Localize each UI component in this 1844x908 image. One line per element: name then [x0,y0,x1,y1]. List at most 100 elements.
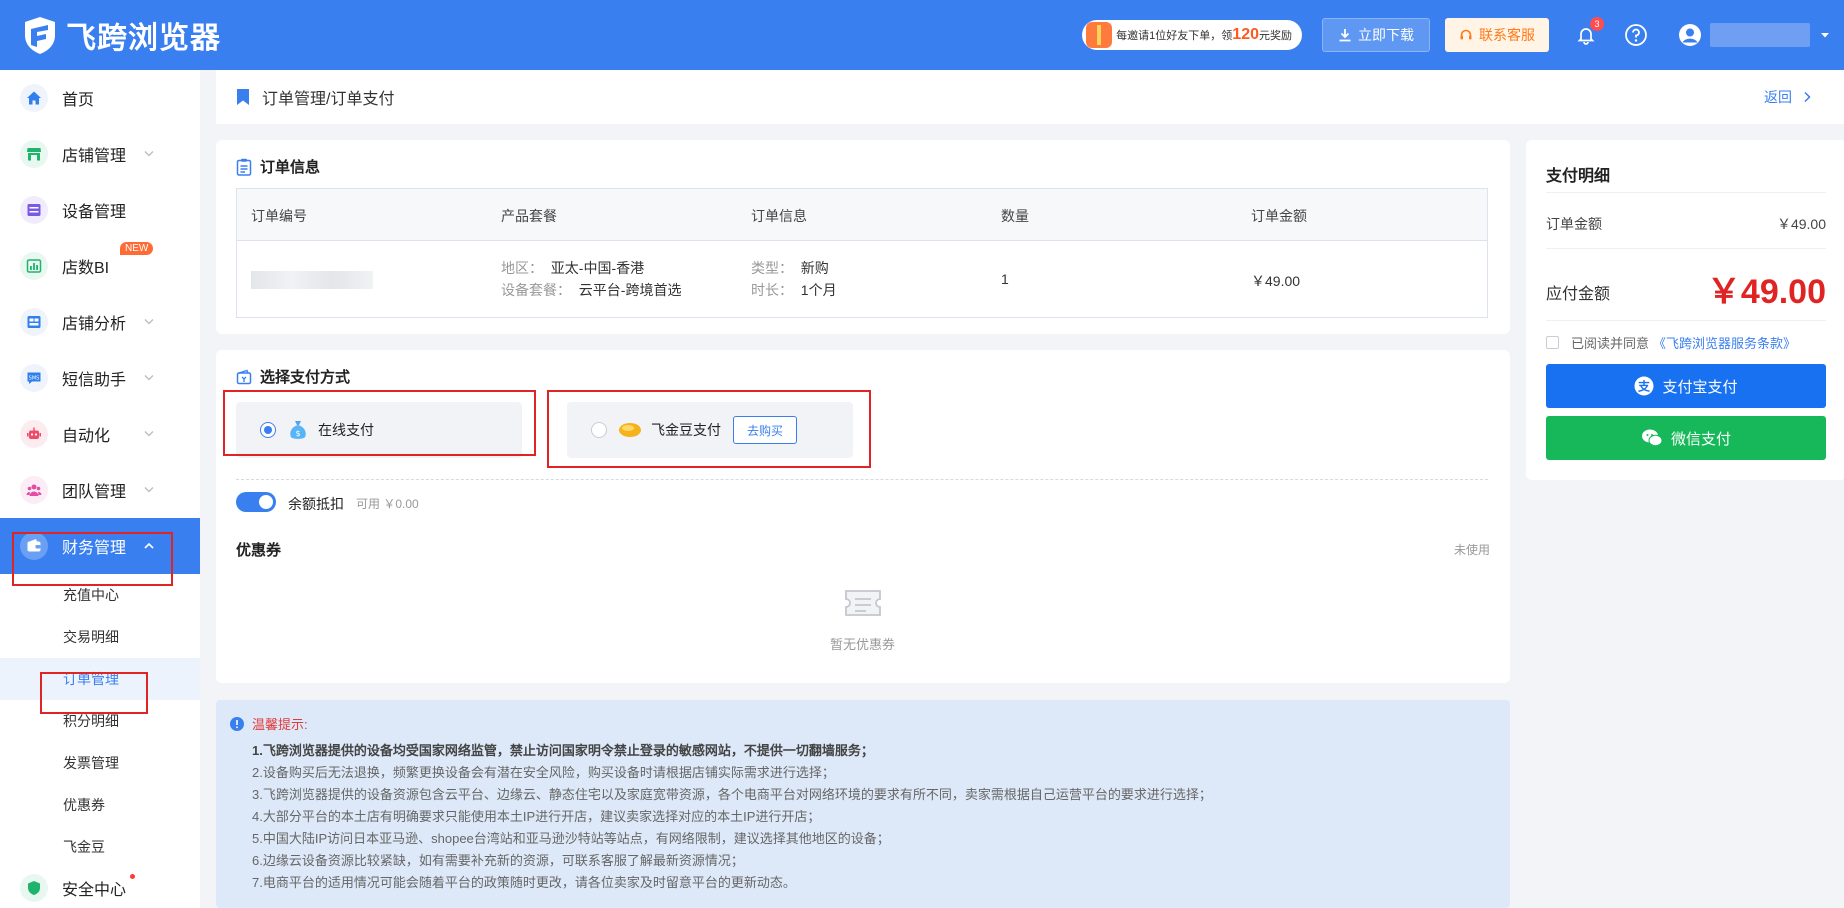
balance-deduction-toggle[interactable] [236,492,276,512]
sidebar: 首页 店铺管理 设备管理 店数BI NEW 店铺分析 SMS 短信助手 自动化 … [0,70,200,908]
back-label: 返回 [1764,89,1792,105]
contact-service-button[interactable]: 联系客服 [1445,18,1549,52]
order-table: 订单编号 产品套餐 订单信息 数量 订单金额 地区： 亚太-中国-香港 设备套餐… [236,188,1488,318]
agree-terms-checkbox[interactable] [1546,336,1559,349]
agree-prefix: 已阅读并同意 [1571,336,1650,351]
sidebar-item-store-analysis[interactable]: 店铺分析 [0,294,200,350]
username-redacted[interactable] [1710,23,1810,47]
tip-item: 4.大部分平台的本土店有明确要求只能使用本土IP进行开店，建议卖家选择对应的本土… [252,809,821,824]
order-amount-label: 订单金额 [1546,216,1602,232]
order-number-redacted [251,271,373,289]
wechat-icon [1641,429,1663,447]
clipboard-icon [236,158,252,176]
user-avatar-icon[interactable] [1678,23,1702,47]
svg-text:支: 支 [1637,379,1651,394]
payment-detail-title: 支付明细 [1546,168,1611,185]
invite-banner[interactable]: 每邀请1位好友下单，领 120 元奖励 [1082,20,1302,50]
region-value: 亚太-中国-香港 [550,260,645,276]
notification-button[interactable]: 3 [1574,17,1604,47]
headset-icon [1460,29,1472,40]
breadcrumb: 订单管理/订单支付 返回 [216,70,1844,124]
back-link[interactable]: 返回 [1764,87,1812,107]
sidebar-item-security-center[interactable]: 安全中心 [0,868,200,908]
sidebar-subitem-gold-beans[interactable]: 飞金豆 [0,826,200,868]
home-icon [20,84,48,112]
sidebar-item-label: 店数BI [62,260,110,277]
highlight-finance-management [12,532,173,586]
wallet-outline-icon [236,369,252,384]
invite-suffix: 元奖励 [1259,30,1292,42]
logo-shield-icon [25,17,55,54]
order-info-title-text: 订单信息 [260,159,321,176]
team-icon [20,476,48,504]
highlight-gold-bean-payment [547,390,871,468]
help-icon[interactable] [1624,23,1648,47]
shield-icon [20,874,48,902]
analysis-icon [20,308,48,336]
wechat-pay-button[interactable]: 微信支付 [1546,416,1826,460]
coupon-status: 未使用 [1453,543,1490,557]
sidebar-item-device-management[interactable]: 设备管理 [0,182,200,238]
terms-link[interactable]: 《飞跨浏览器服务条款》 [1653,333,1796,352]
package-cell: 地区： 亚太-中国-香港 设备套餐： 云平台-跨境首选 [501,257,681,301]
ticket-icon [845,590,881,616]
balance-deduction-label: 余额抵扣 [288,496,344,512]
new-badge: NEW [120,242,154,255]
alipay-label: 支付宝支付 [1662,378,1738,396]
unread-dot [130,874,135,879]
divider [1546,320,1826,321]
sidebar-subitem-invoice-management[interactable]: 发票管理 [0,742,200,784]
balance-available: 可用 ￥0.00 [356,497,419,511]
table-header: 订单编号 产品套餐 订单信息 数量 订单金额 [237,189,1487,241]
sidebar-item-automation[interactable]: 自动化 [0,406,200,462]
duration-key: 时长： [751,282,793,298]
invite-prefix: 每邀请1位好友下单，领 [1116,30,1233,42]
package-value: 云平台-跨境首选 [578,282,682,298]
divider [1546,192,1826,193]
order-info-title: 订单信息 [236,156,320,177]
column-header-quantity: 数量 [1001,208,1029,224]
bar-chart-icon [20,252,48,280]
tips-title: 温馨提示: [230,714,308,733]
sidebar-item-sms-assistant[interactable]: SMS 短信助手 [0,350,200,406]
chevron-down-icon [144,487,154,493]
highlight-order-management [40,672,148,714]
info-icon [230,716,244,731]
coupon-title: 优惠券 [236,542,282,559]
chevron-down-icon [144,431,154,437]
device-icon [20,196,48,224]
wechat-pay-label: 微信支付 [1670,430,1731,448]
service-label: 联系客服 [1479,27,1535,43]
sidebar-item-label: 自动化 [62,428,111,445]
svg-text:SMS: SMS [29,375,40,381]
sidebar-item-store-bi[interactable]: 店数BI NEW [0,238,200,294]
column-header-order-no: 订单编号 [251,208,307,224]
order-amount-value: ￥49.00 [1776,216,1826,232]
column-header-order-info: 订单信息 [751,208,807,224]
sidebar-subitem-coupons[interactable]: 优惠券 [0,784,200,826]
tip-item: 2.设备购买后无法退换，频繁更换设备会有潜在安全风险，购买设备时请根据店铺实际需… [252,765,835,780]
sidebar-item-home[interactable]: 首页 [0,70,200,126]
chevron-down-icon [144,375,154,381]
order-info-card: 订单信息 订单编号 产品套餐 订单信息 数量 订单金额 地区： 亚太-中国-香港… [216,140,1510,334]
sidebar-item-store-management[interactable]: 店铺管理 [0,126,200,182]
download-button[interactable]: 立即下载 [1322,18,1430,52]
invite-amount: 120 [1232,26,1259,43]
terms-agreement: 已阅读并同意 《飞跨浏览器服务条款》 [1546,333,1796,352]
alipay-button[interactable]: 支 支付宝支付 [1546,364,1826,408]
chevron-down-icon[interactable] [1820,30,1830,40]
table-row: 地区： 亚太-中国-香港 设备套餐： 云平台-跨境首选 类型： 新购 时长： 1… [237,241,1487,319]
sidebar-item-label: 安全中心 [62,882,127,899]
payable-amount-value: ￥49.00 [1706,273,1826,311]
tip-item: 1.飞跨浏览器提供的设备均受国家网络监管，禁止访问国家明令禁止登录的敏感网站，不… [252,743,874,758]
order-detail-cell: 类型： 新购 时长： 1个月 [751,257,837,301]
column-header-package: 产品套餐 [501,208,557,224]
sms-icon: SMS [20,364,48,392]
sidebar-subitem-transaction-details[interactable]: 交易明细 [0,616,200,658]
sidebar-item-team-management[interactable]: 团队管理 [0,462,200,518]
robot-icon [20,420,48,448]
warm-tips-panel: 温馨提示: 1.飞跨浏览器提供的设备均受国家网络监管，禁止访问国家明令禁止登录的… [216,700,1510,908]
highlight-online-payment [223,390,536,456]
app-logo[interactable]: 飞跨浏览器 [22,13,221,57]
duration-value: 1个月 [800,282,837,298]
